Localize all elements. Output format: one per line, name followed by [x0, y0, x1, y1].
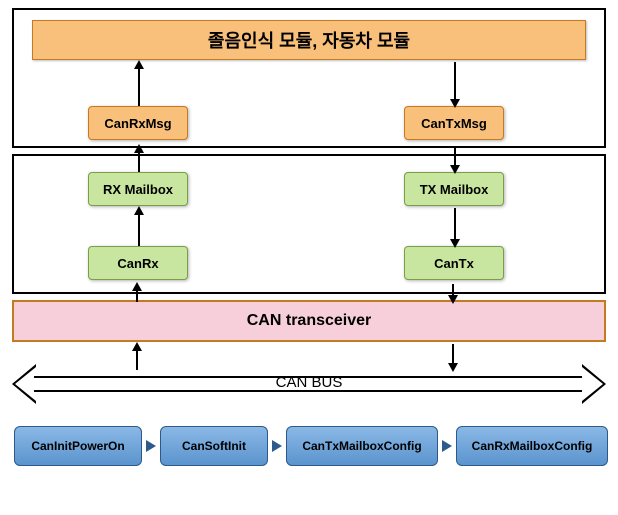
can-tx-label: CanTx: [434, 256, 474, 271]
init-step-softinit: CanSoftInit: [160, 426, 268, 466]
arrow-rxmsg-to-module: [138, 62, 140, 106]
init-step-poweron: CanInitPowerOn: [14, 426, 142, 466]
can-tx-box: CanTx: [404, 246, 504, 280]
module-title: 졸음인식 모듈, 자동차 모듈: [208, 27, 410, 53]
can-tx-msg-box: CanTxMsg: [404, 106, 504, 140]
can-rx-label: CanRx: [117, 256, 158, 271]
can-rx-box: CanRx: [88, 246, 188, 280]
can-bus-arrow: CAN BUS: [12, 362, 606, 406]
top-layer: 졸음인식 모듈, 자동차 모듈 CanRxMsg CanTxMsg: [12, 8, 606, 148]
arrow-module-to-txmsg: [454, 62, 456, 106]
can-bus-label: CAN BUS: [12, 374, 606, 391]
arrow-cantx-to-transceiver: [452, 284, 454, 302]
can-rx-msg-box: CanRxMsg: [88, 106, 188, 140]
arrow-canrx-to-rxmailbox: [138, 208, 140, 246]
can-transceiver-label: CAN transceiver: [247, 312, 372, 330]
chain-arrow-3: [442, 440, 452, 452]
rx-mailbox-label: RX Mailbox: [103, 182, 173, 197]
init-step-txconfig: CanTxMailboxConfig: [286, 426, 438, 466]
chain-arrow-1: [146, 440, 156, 452]
can-transceiver-box: CAN transceiver: [12, 300, 606, 342]
init-step-poweron-label: CanInitPowerOn: [31, 439, 124, 453]
arrow-rxmailbox-to-rxmsg: [138, 146, 140, 172]
init-step-softinit-label: CanSoftInit: [182, 439, 246, 453]
chain-arrow-2: [272, 440, 282, 452]
rx-mailbox-box: RX Mailbox: [88, 172, 188, 206]
arrow-transceiver-to-canrx: [136, 284, 138, 302]
tx-mailbox-box: TX Mailbox: [404, 172, 504, 206]
can-rx-msg-label: CanRxMsg: [104, 116, 171, 131]
init-step-rxconfig-label: CanRxMailboxConfig: [472, 439, 593, 453]
init-step-txconfig-label: CanTxMailboxConfig: [302, 439, 421, 453]
init-step-rxconfig: CanRxMailboxConfig: [456, 426, 608, 466]
arrow-txmailbox-to-cantx: [454, 208, 456, 246]
module-title-box: 졸음인식 모듈, 자동차 모듈: [32, 20, 586, 60]
init-chain-row: CanInitPowerOn CanSoftInit CanTxMailboxC…: [12, 424, 606, 468]
arrow-txmsg-to-txmailbox: [454, 146, 456, 172]
can-tx-msg-label: CanTxMsg: [421, 116, 487, 131]
tx-mailbox-label: TX Mailbox: [420, 182, 489, 197]
mid-layer: RX Mailbox TX Mailbox CanRx CanTx: [12, 154, 606, 294]
